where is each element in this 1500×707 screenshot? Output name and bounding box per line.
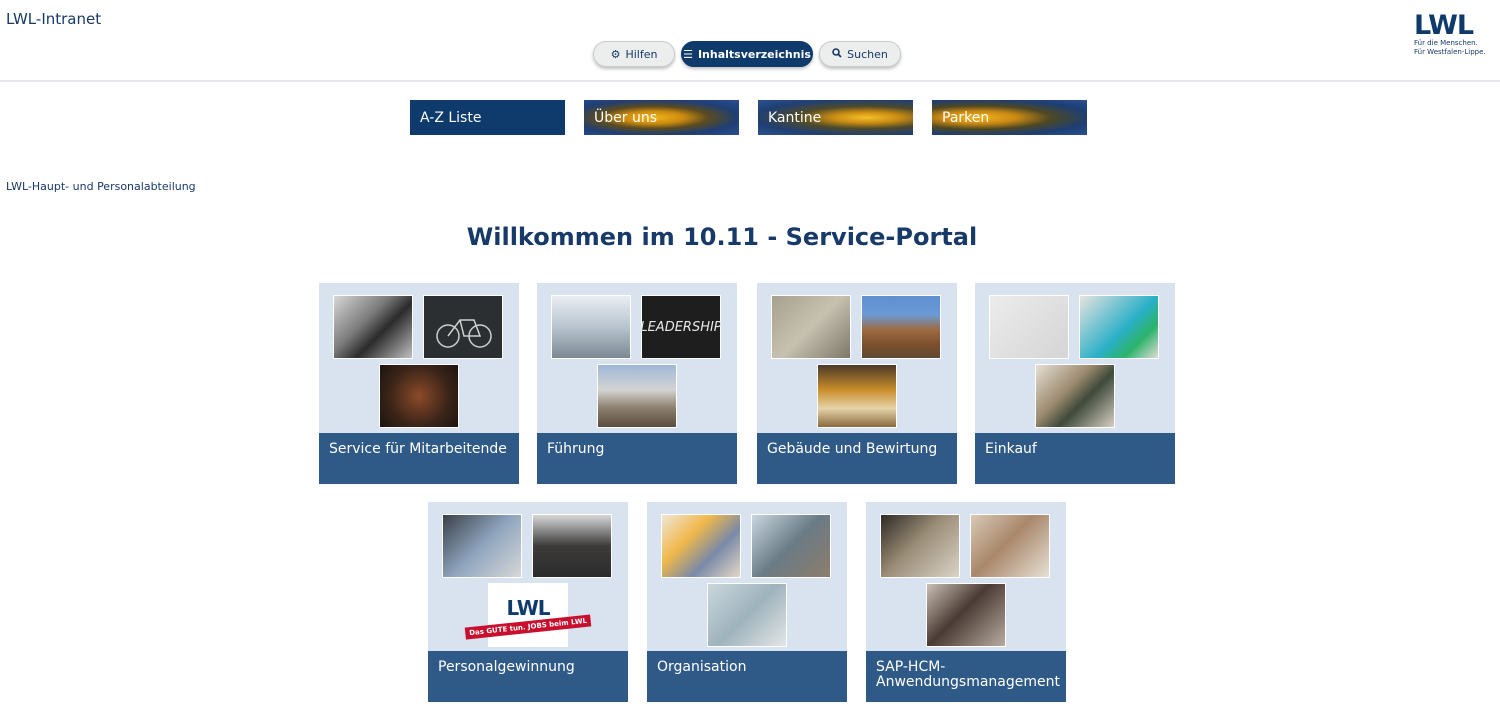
tile-photo [926,583,1006,647]
logo-tagline-2: Für Westfalen-Lippe. [1414,48,1486,56]
tile-photo [532,514,612,578]
gear-icon: ⚙ [610,47,621,61]
tile-photo [880,514,960,578]
help-button-label: Hilfen [625,47,658,61]
tile-photo [333,295,413,359]
tile-caption: Personalgewinnung [428,651,628,702]
tile-sap-hcm[interactable]: SAP-HCM-Anwendungsmanagement [866,502,1066,702]
table-of-contents-button[interactable]: ☰ Inhaltsverzeichnis [681,41,813,67]
search-button-label: Suchen [847,47,888,61]
tile-images: LEADERSHIP [537,283,737,433]
tile-personalgewinnung[interactable]: LWL Das GUTE tun. JOBS beim LWL Personal… [428,502,628,702]
tile-photo [1079,295,1159,359]
tile-photo [817,364,897,428]
quicklink-ueber-uns[interactable]: Über uns [584,100,739,135]
lwl-jobs-logo: LWL Das GUTE tun. JOBS beim LWL [464,583,592,647]
tile-images [319,283,519,433]
search-button[interactable]: Suchen [819,41,901,67]
quicklinks-bar: A-Z Liste Über uns Kantine Parken [410,100,1087,135]
breadcrumb[interactable]: LWL-Haupt- und Personalabteilung [6,180,196,193]
tile-photo [861,295,941,359]
tile-fuehrung[interactable]: LEADERSHIP Führung [537,283,737,484]
page-title: Willkommen im 10.11 - Service-Portal [466,223,978,251]
tile-images [647,502,847,652]
tile-images [866,502,1066,652]
tile-photo [551,295,631,359]
tile-photo [707,583,787,647]
tile-caption: SAP-HCM-Anwendungsmanagement [866,651,1066,702]
tile-photo-leadership: LEADERSHIP [640,295,722,359]
tile-caption: Organisation [647,651,847,702]
tile-photo [661,514,741,578]
jobs-logo-word: LWL [506,595,551,620]
logo-word: LWL [1414,10,1474,41]
tile-caption: Führung [537,433,737,484]
menu-icon: ☰ [683,47,693,61]
tile-photo [1035,364,1115,428]
quicklink-az-liste[interactable]: A-Z Liste [410,100,565,135]
tile-einkauf[interactable]: Einkauf [975,283,1175,484]
tile-photo [597,364,677,428]
quicklink-parken[interactable]: Parken [932,100,1087,135]
tile-photo [423,295,503,359]
tile-photo [989,295,1069,359]
search-icon [832,48,842,60]
tile-organisation[interactable]: Organisation [647,502,847,702]
tile-caption: Service für Mitarbeitende [319,433,519,484]
tile-caption: Gebäude und Bewirtung [757,433,957,484]
help-button[interactable]: ⚙ Hilfen [593,41,675,67]
logo-tagline-1: Für die Menschen. [1414,39,1478,47]
tile-service-mitarbeitende[interactable]: Service für Mitarbeitende [319,283,519,484]
lwl-logo[interactable]: LWL Für die Menschen. Für Westfalen-Lipp… [1414,12,1494,57]
quicklink-kantine[interactable]: Kantine [758,100,913,135]
table-of-contents-label: Inhaltsverzeichnis [697,47,811,61]
tile-photo [442,514,522,578]
tile-photo [751,514,831,578]
header-nav: ⚙ Hilfen ☰ Inhaltsverzeichnis Suchen [593,41,901,67]
tile-caption: Einkauf [975,433,1175,484]
tile-photo [379,364,459,428]
top-header: LWL-Intranet ⚙ Hilfen ☰ Inhaltsverzeichn… [0,0,1500,82]
tile-images: LWL Das GUTE tun. JOBS beim LWL [428,502,628,652]
tile-images [757,283,957,433]
tile-photo [771,295,851,359]
tile-images [975,283,1175,433]
tile-gebaeude-bewirtung[interactable]: Gebäude und Bewirtung [757,283,957,484]
site-title[interactable]: LWL-Intranet [6,10,101,28]
tile-photo [970,514,1050,578]
